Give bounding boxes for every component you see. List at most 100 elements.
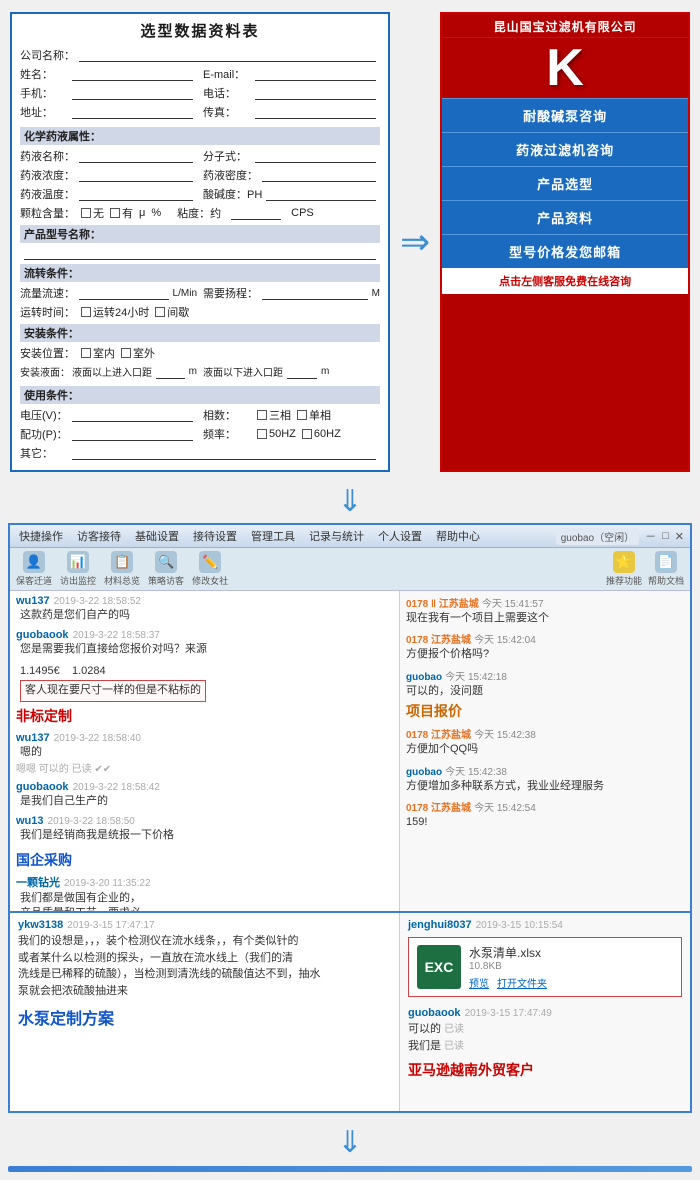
icon-btn-5[interactable]: ✏️ 修改女社: [192, 551, 228, 587]
btn-acid-pump[interactable]: 耐酸碱泵咨询: [442, 98, 688, 132]
fax-label: 传真：: [203, 104, 251, 120]
chem-name-row: 药液名称：: [20, 148, 197, 164]
menu-stats[interactable]: 记录与统计: [306, 527, 367, 545]
icon-btn-4[interactable]: 🔍 策略访客: [148, 551, 184, 587]
icon-shape-star: ⭐: [613, 551, 635, 573]
rmsg-content-5: 方便增加多种联系方式，我业业经理服务: [406, 779, 684, 794]
icon-label-2: 访出监控: [60, 574, 96, 587]
btn-product-select[interactable]: 产品选型: [442, 166, 688, 200]
msg-guobaook-2: guobaook 2019-3-22 18:58:42 是我们自己生产的: [16, 781, 393, 809]
open-folder-btn[interactable]: 打开文件夹: [497, 975, 547, 990]
msg-header-wu13-1: wu13 2019-3-22 18:58:50: [16, 815, 393, 827]
email-label: E-mail：: [203, 66, 251, 82]
annotation-noncustom-container: 非标定制: [16, 706, 393, 726]
rmsg-content-1: 现在我有一个项目上需要这个: [406, 611, 684, 626]
toolbar-minus-icon[interactable]: －: [645, 528, 656, 544]
menu-visit[interactable]: 访客接待: [74, 527, 124, 545]
cb-yes: [110, 208, 120, 218]
menu-quick[interactable]: 快捷操作: [16, 527, 66, 545]
msg-guobaook-1: guobaook 2019-3-22 18:58:37 您是需要我们直接给您报价…: [16, 629, 393, 657]
message-list-right: 0178 ‖ 江苏盐城 今天 15:41:57 现在我有一个项目上需要这个 01…: [400, 591, 690, 911]
icon-btn-doc[interactable]: 📄 帮助文档: [648, 551, 684, 587]
menu-personal[interactable]: 个人设置: [375, 527, 425, 545]
chemical-section: 化学药液属性：: [20, 127, 380, 145]
highlight-text: 客人现在要尺寸一样的但是不粘标的: [20, 680, 206, 701]
tel-line: [255, 86, 376, 100]
phase-label: 相数：: [203, 407, 251, 423]
menu-help[interactable]: 帮助中心: [433, 527, 483, 545]
form-card: 选型数据资料表 公司名称： 姓名： E-mail： 手机： 电话：: [10, 12, 390, 472]
rmsg-time-6: 今天 15:42:54: [474, 803, 536, 814]
chat-toolbar: 快捷操作 访客接待 基础设置 接待设置 管理工具 记录与统计 个人设置 帮助中心…: [10, 525, 690, 548]
icon-btn-2[interactable]: 📊 访出监控: [60, 551, 96, 587]
menu-basic[interactable]: 基础设置: [132, 527, 182, 545]
message-list-left: wu137 2019-3-22 18:58:52 这款药是您们自产的吗 guob…: [10, 591, 399, 911]
table-val-2: 1.0284: [72, 665, 106, 677]
rmsg-header-4: 0178 江苏盐城 今天 15:42:38: [406, 726, 684, 741]
file-name: 水泵清单.xlsx: [469, 944, 673, 961]
file-attachment: EXC 水泵清单.xlsx 10.8KB 预览 打开文件夹: [408, 937, 682, 997]
btn-liquid-filter[interactable]: 药液过滤机咨询: [442, 132, 688, 166]
top-section: 选型数据资料表 公司名称： 姓名： E-mail： 手机： 电话：: [0, 0, 700, 480]
btn-product-info[interactable]: 产品资料: [442, 200, 688, 234]
rmsg-time-1: 今天 15:41:57: [482, 599, 544, 610]
hz-label: 频率：: [203, 426, 251, 442]
checkbox-3phase: 三相: [257, 407, 291, 423]
above-row: 安装液面： 液面以上进入口距 m: [20, 364, 197, 379]
icon-shape-2: 📊: [67, 551, 89, 573]
btn-send-email[interactable]: 型号价格发您邮箱: [442, 234, 688, 268]
company-line: [79, 48, 376, 62]
name-row: 姓名：: [20, 66, 197, 82]
formula-row: 分子式：: [203, 148, 380, 164]
address-row: 地址：: [20, 104, 197, 120]
rmsg-5: guobao 今天 15:42:38 方便增加多种联系方式，我业业经理服务: [406, 763, 684, 794]
icon-btn-1[interactable]: 👤 保客迁道: [16, 551, 52, 587]
menu-manage[interactable]: 管理工具: [248, 527, 298, 545]
rmsg-content-6: 159!: [406, 815, 684, 830]
chat-bottom-left: ykw3138 2019-3-15 17:47:17 我们的设想是，，，装个检测…: [10, 913, 400, 1111]
icon-label-4: 策略访客: [148, 574, 184, 587]
rmsg-time-3: 今天 15:42:18: [445, 672, 507, 683]
content-wu137-1: 这款药是您们自产的吗: [20, 608, 393, 623]
rmsg-sender-5: guobao: [406, 767, 442, 778]
voltage-phase-row: 电压(V)： 相数： 三相 单相: [20, 407, 380, 426]
k-letter: K: [546, 42, 584, 94]
bottom-decorative-line: [8, 1166, 692, 1172]
icon-label-doc: 帮助文档: [648, 574, 684, 587]
annotation-pump: 水泵定制方案: [18, 1005, 391, 1029]
sender-wu13-1: wu13: [16, 815, 44, 827]
temp-line: [79, 187, 193, 201]
rmsg-6: 0178 江苏盐城 今天 15:42:54 159!: [406, 799, 684, 830]
email-line: [255, 67, 376, 81]
checkbox-1phase: 单相: [297, 407, 331, 423]
content-guobaook-1: 您是需要我们直接给您报价对吗？来源: [20, 642, 393, 657]
preview-btn[interactable]: 预览: [469, 975, 489, 990]
icon-btn-star[interactable]: ⭐ 推荐功能: [606, 551, 642, 587]
file-size: 10.8KB: [469, 961, 673, 972]
icon-btn-3[interactable]: 📋 材料总览: [104, 551, 140, 587]
toolbar-close-icon[interactable]: ✕: [675, 530, 684, 543]
level-row: 安装液面： 液面以上进入口距 m 液面以下进入口距 m: [20, 364, 380, 382]
msg-wu137-1: wu137 2019-3-22 18:58:52 这款药是您们自产的吗: [16, 595, 393, 623]
user-badge: guobao（空闲）: [556, 528, 639, 545]
density-row: 药液密度：: [203, 167, 380, 183]
chat-left-panel: wu137 2019-3-22 18:58:52 这款药是您们自产的吗 guob…: [10, 591, 400, 911]
msg-header-zuanshi: 一颗钻光 2019-3-20 11:35:22: [16, 874, 393, 890]
chat-body: wu137 2019-3-22 18:58:52 这款药是您们自产的吗 guob…: [10, 591, 690, 911]
fax-line: [255, 105, 376, 119]
annotation-pump-container: 水泵定制方案: [18, 1005, 391, 1029]
sender-guobaook-1: guobaook: [16, 629, 69, 641]
content-table: 1.1495€ 1.0284: [20, 664, 393, 679]
msg-header-wu137-2: wu137 2019-3-22 18:58:40: [16, 732, 393, 744]
checkbox-outdoor: 室外: [121, 345, 155, 361]
power-line: [72, 427, 193, 441]
voltage-label: 电压(V)：: [20, 407, 68, 423]
toolbar-restore-icon[interactable]: □: [662, 530, 669, 542]
rmsg-time-2: 今天 15:42:04: [474, 635, 536, 646]
chat-bottom: ykw3138 2019-3-15 17:47:17 我们的设想是，，，装个检测…: [10, 911, 690, 1111]
rmsg-sender-1: 0178 ‖ 江苏盐城: [406, 599, 479, 610]
other-line: [72, 446, 376, 460]
menu-reception[interactable]: 接待设置: [190, 527, 240, 545]
voltage-line: [72, 408, 193, 422]
flow-line: [79, 286, 169, 300]
